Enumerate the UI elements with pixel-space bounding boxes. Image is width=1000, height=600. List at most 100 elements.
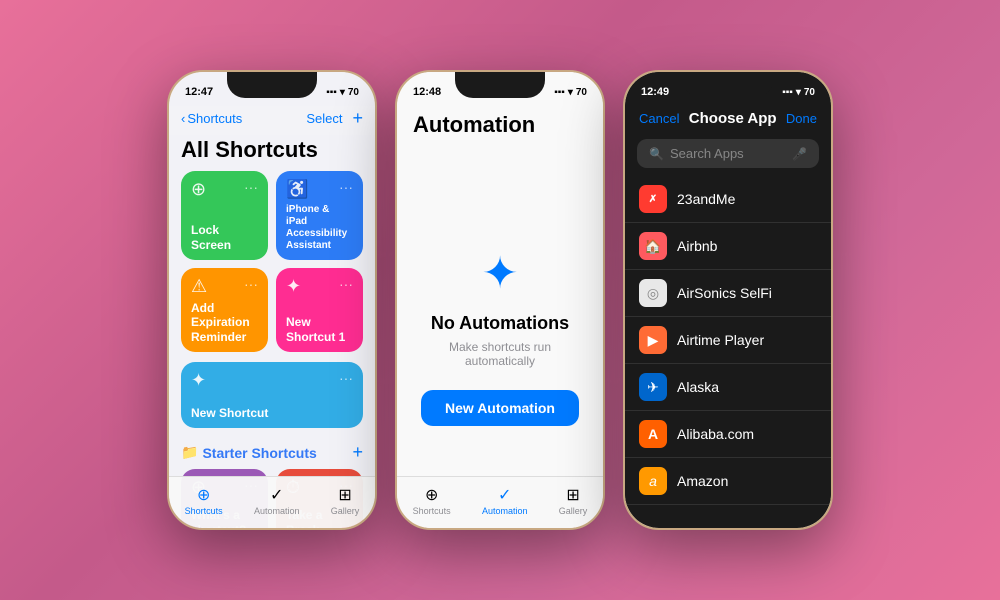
choose-app-title: Choose App xyxy=(689,110,777,127)
app-icon-airtime: ▶ xyxy=(639,326,667,354)
app-item-airsonics[interactable]: ◎ AirSonics SelFi xyxy=(625,270,831,317)
signal-icon-2: ▪▪▪ xyxy=(554,87,565,98)
tab-automation[interactable]: ✓ Automation xyxy=(254,485,300,516)
app-name-amazon: Amazon xyxy=(677,473,728,489)
tab-bar-2: ⊕ Shortcuts ✓ Automation ⊞ Gallery xyxy=(397,476,603,528)
app-icon-alaska: ✈ xyxy=(639,373,667,401)
chevron-left-icon: ‹ xyxy=(181,111,185,126)
tile-menu-icon-2[interactable]: ··· xyxy=(339,179,353,195)
search-icon-3: 🔍 xyxy=(649,147,664,161)
select-button[interactable]: Select xyxy=(306,111,342,126)
section-title: 📁 Starter Shortcuts xyxy=(181,444,317,461)
tile-menu-icon[interactable]: ··· xyxy=(244,179,258,195)
folder-icon: 📁 xyxy=(181,444,198,461)
tab-gallery[interactable]: ⊞ Gallery xyxy=(331,485,360,516)
time-2: 12:48 xyxy=(413,86,441,98)
gallery-tab-icon-2: ⊞ xyxy=(566,485,579,505)
tile-add-expiration[interactable]: ⚠ Add Expiration Reminder ··· xyxy=(181,268,268,352)
mic-icon-3[interactable]: 🎤 xyxy=(792,147,807,161)
tab-shortcuts-2[interactable]: ⊕ Shortcuts xyxy=(413,485,451,516)
new-automation-button[interactable]: New Automation xyxy=(421,390,579,426)
wifi-icon: ▾ xyxy=(340,87,345,98)
search-input-3[interactable]: Search Apps xyxy=(670,146,786,161)
sparkle-large-icon: ✦ xyxy=(482,248,519,299)
status-icons-2: ▪▪▪ ▾ 70 xyxy=(554,87,587,98)
tab-shortcuts-label: Shortcuts xyxy=(185,506,223,516)
app-item-amazon-alexa[interactable]: A Amazon Alexa xyxy=(625,505,831,506)
app-icon-23andme: ✗ xyxy=(639,185,667,213)
wifi-icon-3: ▾ xyxy=(796,87,801,98)
app-item-airbnb[interactable]: 🏠 Airbnb xyxy=(625,223,831,270)
tile-iphone-ipad[interactable]: ♿ iPhone & iPad Accessibility Assistant … xyxy=(276,171,363,260)
nav-bar-3: Cancel Choose App Done xyxy=(625,106,831,135)
time-1: 12:47 xyxy=(185,86,213,98)
tile-new-shortcut[interactable]: ✦ New Shortcut ··· xyxy=(181,362,363,428)
shortcuts-grid: ⊕ Lock Screen ··· ♿ iPhone & iPad Access… xyxy=(169,171,375,362)
phone-3: 12:49 ▪▪▪ ▾ 70 Cancel Choose App Done 🔍 … xyxy=(623,70,833,530)
tile-menu-icon-4[interactable]: ··· xyxy=(339,276,353,292)
app-item-airtime[interactable]: ▶ Airtime Player xyxy=(625,317,831,364)
tile-menu-icon-5[interactable]: ··· xyxy=(339,370,353,386)
app-name-airbnb: Airbnb xyxy=(677,238,717,254)
tab-automation-label: Automation xyxy=(254,506,300,516)
tab-bar-1: ⊕ Shortcuts ✓ Automation ⊞ Gallery xyxy=(169,476,375,528)
tab-shortcuts-label-2: Shortcuts xyxy=(413,506,451,516)
signal-icon: ▪▪▪ xyxy=(326,87,337,98)
battery-3: 70 xyxy=(804,87,815,98)
status-bar-1: 12:47 ▪▪▪ ▾ 70 xyxy=(169,72,375,106)
app-list: ✗ 23andMe 🏠 Airbnb ◎ AirSonics SelFi ▶ A… xyxy=(625,176,831,506)
app-item-alaska[interactable]: ✈ Alaska xyxy=(625,364,831,411)
app-icon-airsonics: ◎ xyxy=(639,279,667,307)
done-button[interactable]: Done xyxy=(786,111,817,126)
phone-2: 12:48 ▪▪▪ ▾ 70 Automation ✦ No Automatio… xyxy=(395,70,605,530)
shortcuts-tab-icon-2: ⊕ xyxy=(425,485,438,505)
auto-empty-subtitle: Make shortcuts run automatically xyxy=(417,340,583,368)
auto-empty-title: No Automations xyxy=(431,313,569,334)
sparkle-icon-2: ✦ xyxy=(191,370,353,391)
tab-gallery-2[interactable]: ⊞ Gallery xyxy=(559,485,588,516)
tab-automation-2[interactable]: ✓ Automation xyxy=(482,485,528,516)
tile-lock-screen[interactable]: ⊕ Lock Screen ··· xyxy=(181,171,268,260)
automation-tab-icon: ✓ xyxy=(270,485,283,505)
app-item-23andme[interactable]: ✗ 23andMe xyxy=(625,176,831,223)
app-item-amazon[interactable]: a Amazon xyxy=(625,458,831,505)
back-button[interactable]: ‹ Shortcuts xyxy=(181,111,242,126)
signal-icon-3: ▪▪▪ xyxy=(782,87,793,98)
shortcuts-tab-icon: ⊕ xyxy=(197,485,210,505)
status-bar-2: 12:48 ▪▪▪ ▾ 70 xyxy=(397,72,603,106)
phone-3-screen: 12:49 ▪▪▪ ▾ 70 Cancel Choose App Done 🔍 … xyxy=(625,72,831,528)
tile-menu-icon-3[interactable]: ··· xyxy=(244,276,258,292)
battery-2: 70 xyxy=(576,87,587,98)
app-name-alibaba: Alibaba.com xyxy=(677,426,754,442)
status-icons-1: ▪▪▪ ▾ 70 xyxy=(326,87,359,98)
nav-bar-1: ‹ Shortcuts Select + xyxy=(169,106,375,135)
phone-1: 12:47 ▪▪▪ ▾ 70 ‹ Shortcuts Select + All … xyxy=(167,70,377,530)
battery-1: 70 xyxy=(348,87,359,98)
section-header: 📁 Starter Shortcuts + xyxy=(169,438,375,469)
auto-page-title: Automation xyxy=(397,106,603,148)
tab-shortcuts[interactable]: ⊕ Shortcuts xyxy=(185,485,223,516)
wifi-icon-2: ▾ xyxy=(568,87,573,98)
gallery-tab-icon: ⊞ xyxy=(338,485,351,505)
search-bar-3[interactable]: 🔍 Search Apps 🎤 xyxy=(637,139,819,168)
app-name-airtime: Airtime Player xyxy=(677,332,764,348)
app-name-alaska: Alaska xyxy=(677,379,719,395)
tab-gallery-label: Gallery xyxy=(331,506,360,516)
phone-1-screen: 12:47 ▪▪▪ ▾ 70 ‹ Shortcuts Select + All … xyxy=(169,72,375,528)
app-icon-amazon: a xyxy=(639,467,667,495)
section-add-button[interactable]: + xyxy=(352,442,363,463)
phone-2-screen: 12:48 ▪▪▪ ▾ 70 Automation ✦ No Automatio… xyxy=(397,72,603,528)
status-bar-3: 12:49 ▪▪▪ ▾ 70 xyxy=(625,72,831,106)
automation-content: ✦ No Automations Make shortcuts run auto… xyxy=(397,208,603,466)
add-button[interactable]: + xyxy=(352,108,363,129)
single-tile-row: ✦ New Shortcut ··· xyxy=(169,362,375,438)
time-3: 12:49 xyxy=(641,86,669,98)
app-name-airsonics: AirSonics SelFi xyxy=(677,285,772,301)
page-title-1: All Shortcuts xyxy=(169,135,375,171)
cancel-button[interactable]: Cancel xyxy=(639,111,679,126)
automation-tab-icon-2: ✓ xyxy=(498,485,511,505)
app-icon-alibaba: A xyxy=(639,420,667,448)
tile-new-shortcut-1[interactable]: ✦ New Shortcut 1 ··· xyxy=(276,268,363,352)
app-item-alibaba[interactable]: A Alibaba.com xyxy=(625,411,831,458)
app-name-23andme: 23andMe xyxy=(677,191,735,207)
